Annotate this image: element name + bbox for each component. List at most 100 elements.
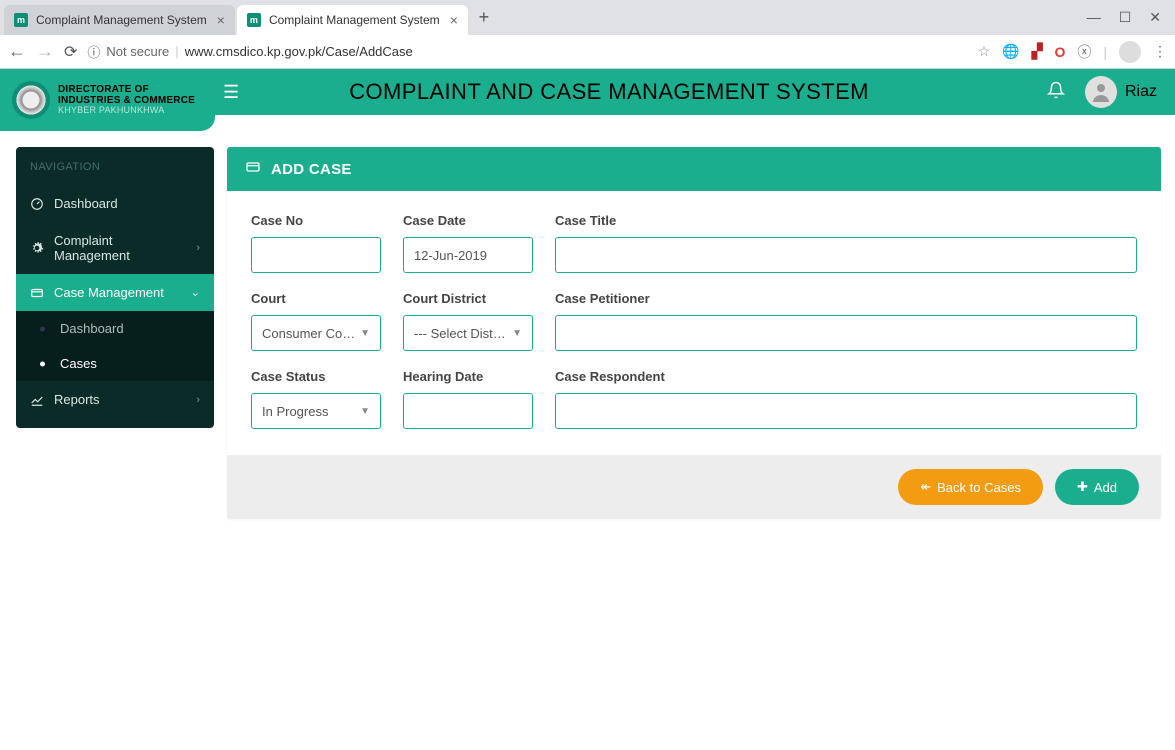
app-title: COMPLAINT AND CASE MANAGEMENT SYSTEM [239, 79, 1029, 105]
case-status-select[interactable]: In Progress ▼ [251, 393, 381, 429]
extension-pdf-icon[interactable]: ▞ [1032, 43, 1043, 60]
browser-address-bar: ← → ⟳ ⓘ Not secure | www.cmsdico.kp.gov.… [0, 35, 1175, 69]
maximize-icon[interactable]: ☐ [1119, 9, 1132, 26]
case-petitioner-input[interactable] [555, 315, 1137, 351]
app-header: DIRECTORATE OF INDUSTRIES & COMMERCE KHY… [0, 69, 1175, 131]
sidebar-header: NAVIGATION [16, 147, 214, 185]
add-case-panel: ADD CASE Case No Case Date Case Title [227, 147, 1161, 519]
chevron-down-icon: ▼ [360, 328, 370, 339]
case-status-select-value: In Progress [262, 404, 328, 419]
case-no-label: Case No [251, 213, 381, 228]
chart-icon [30, 393, 44, 407]
not-secure-label: Not secure [106, 44, 169, 59]
bookmark-icon[interactable]: ☆ [978, 43, 991, 60]
menu-toggle-icon[interactable]: ☰ [223, 82, 239, 103]
org-branding: DIRECTORATE OF INDUSTRIES & COMMERCE KHY… [0, 69, 215, 131]
panel-header: ADD CASE [227, 147, 1161, 191]
profile-avatar-icon[interactable] [1119, 41, 1141, 63]
divider: | [1103, 44, 1107, 60]
sidebar-item-label: Complaint Management [54, 233, 186, 263]
case-petitioner-label: Case Petitioner [555, 291, 1137, 306]
hearing-date-input[interactable] [403, 393, 533, 429]
sidebar-item-label: Dashboard [54, 196, 118, 211]
url-text: www.cmsdico.kp.gov.pk/Case/AddCase [185, 44, 413, 59]
chevron-down-icon: ▼ [512, 328, 522, 339]
kebab-menu-icon[interactable]: ⋮ [1153, 43, 1167, 60]
sidebar-item-complaint-management[interactable]: Complaint Management › [16, 222, 214, 274]
case-respondent-input[interactable] [555, 393, 1137, 429]
court-label: Court [251, 291, 381, 306]
chevron-down-icon: ▼ [360, 406, 370, 417]
user-name: Riaz [1125, 83, 1157, 101]
case-respondent-label: Case Respondent [555, 369, 1137, 384]
hearing-date-label: Hearing Date [403, 369, 533, 384]
reload-icon[interactable]: ⟳ [64, 42, 77, 62]
org-text: DIRECTORATE OF INDUSTRIES & COMMERCE KHY… [58, 84, 195, 116]
tab-close-icon[interactable]: × [450, 12, 458, 28]
org-logo [12, 81, 50, 119]
back-label: Back to Cases [937, 480, 1021, 495]
org-line1: DIRECTORATE OF [58, 84, 195, 95]
chevron-down-icon: ⌄ [191, 286, 200, 299]
close-icon[interactable]: ✕ [1149, 9, 1161, 26]
gear-icon [30, 241, 44, 255]
back-to-cases-button[interactable]: ↞ Back to Cases [898, 469, 1043, 505]
sidebar-subitem-cases[interactable]: Cases [16, 346, 214, 381]
add-button[interactable]: ✚ Add [1055, 469, 1139, 505]
add-label: Add [1094, 480, 1117, 495]
browser-tab[interactable]: m Complaint Management System × [4, 5, 235, 35]
case-date-label: Case Date [403, 213, 533, 228]
back-arrow-icon: ↞ [920, 479, 931, 495]
window-controls: — ☐ ✕ [1077, 9, 1171, 26]
sidebar-subitems: Dashboard Cases [16, 311, 214, 381]
dashboard-icon [30, 197, 44, 211]
tab-favicon: m [247, 13, 261, 27]
court-district-select-value: --- Select Distri... [414, 326, 508, 341]
case-no-input[interactable] [251, 237, 381, 273]
extension-o-icon[interactable]: O [1054, 44, 1065, 60]
case-status-label: Case Status [251, 369, 381, 384]
case-date-input[interactable] [403, 237, 533, 273]
chevron-right-icon: › [196, 394, 200, 406]
sidebar-subitem-label: Cases [60, 356, 97, 371]
browser-tab-strip: m Complaint Management System × m Compla… [0, 0, 1175, 35]
info-icon[interactable]: ⓘ [87, 42, 100, 61]
back-icon[interactable]: ← [8, 41, 26, 62]
plus-icon: ✚ [1077, 479, 1088, 495]
tab-favicon: m [14, 13, 28, 27]
extension-x-icon[interactable]: ⓧ [1077, 42, 1091, 62]
user-avatar [1085, 76, 1117, 108]
tab-title: Complaint Management System [36, 13, 207, 27]
header-right: Riaz [1029, 76, 1175, 108]
sidebar-subitem-label: Dashboard [60, 321, 124, 336]
card-icon [30, 286, 44, 300]
browser-tab-active[interactable]: m Complaint Management System × [237, 5, 468, 35]
court-district-label: Court District [403, 291, 533, 306]
extension-globe-icon[interactable]: 🌐 [1002, 43, 1019, 60]
user-menu[interactable]: Riaz [1085, 76, 1157, 108]
court-district-select[interactable]: --- Select Distri... ▼ [403, 315, 533, 351]
url-separator: | [175, 44, 178, 59]
new-tab-button[interactable]: + [470, 4, 498, 32]
sidebar-item-reports[interactable]: Reports › [16, 381, 214, 418]
org-sub: KHYBER PAKHUNKHWA [58, 106, 195, 116]
case-title-input[interactable] [555, 237, 1137, 273]
sidebar: NAVIGATION Dashboard Complaint Managemen… [16, 147, 214, 428]
tab-close-icon[interactable]: × [217, 12, 225, 28]
url-box[interactable]: ⓘ Not secure | www.cmsdico.kp.gov.pk/Cas… [87, 42, 967, 61]
chevron-right-icon: › [196, 242, 200, 254]
sidebar-item-label: Case Management [54, 285, 164, 300]
sidebar-item-case-management[interactable]: Case Management ⌄ [16, 274, 214, 311]
address-bar-icons: ☆ 🌐 ▞ O ⓧ | ⋮ [978, 41, 1167, 63]
minimize-icon[interactable]: — [1087, 9, 1101, 26]
panel-footer: ↞ Back to Cases ✚ Add [227, 455, 1161, 519]
sidebar-subitem-dashboard[interactable]: Dashboard [16, 311, 214, 346]
tab-title: Complaint Management System [269, 13, 440, 27]
card-icon [245, 159, 261, 179]
sidebar-item-dashboard[interactable]: Dashboard [16, 185, 214, 222]
court-select-value: Consumer Court [262, 326, 356, 341]
court-select[interactable]: Consumer Court ▼ [251, 315, 381, 351]
panel-title: ADD CASE [271, 161, 352, 178]
bell-icon[interactable] [1047, 81, 1065, 104]
forward-icon: → [36, 41, 54, 62]
